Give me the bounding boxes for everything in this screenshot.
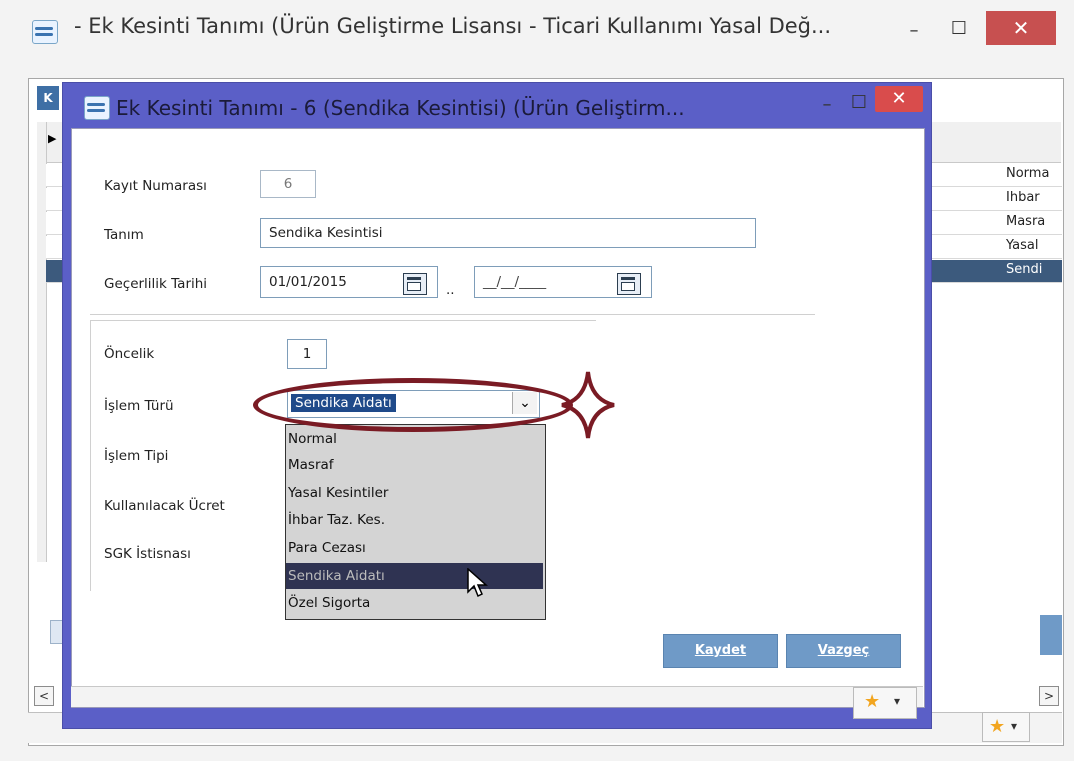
scroll-right-button[interactable]: > bbox=[1039, 686, 1059, 706]
dropdown-option-para-cezasi[interactable]: Para Cezası bbox=[286, 535, 543, 561]
islem-tipi-label: İşlem Tipi bbox=[104, 448, 169, 464]
oncelik-label: Öncelik bbox=[104, 346, 155, 362]
dropdown-arrow-icon: ▾ bbox=[1011, 719, 1018, 733]
cancel-button[interactable]: Vazgeç bbox=[786, 634, 901, 668]
dropdown-option-ozel-sigorta[interactable]: Özel Sigorta bbox=[286, 590, 543, 616]
calendar-icon[interactable] bbox=[403, 273, 427, 295]
outer-favorites-button[interactable]: ★ ▾ bbox=[982, 712, 1030, 742]
outer-close-button[interactable]: ✕ bbox=[986, 11, 1056, 45]
tanim-field[interactable]: Sendika Kesintisi bbox=[260, 218, 756, 248]
tanim-label: Tanım bbox=[104, 227, 144, 243]
outer-window-title: - Ek Kesinti Tanımı (Ürün Geliştirme Lis… bbox=[74, 14, 832, 38]
table-cell: Masra bbox=[1006, 214, 1046, 229]
annotation-ellipse bbox=[253, 378, 573, 432]
dialog-favorites-button[interactable]: ★ ▾ bbox=[853, 687, 917, 719]
grid-row-header bbox=[37, 122, 46, 562]
dialog-title: Ek Kesinti Tanımı - 6 (Sendika Kesintisi… bbox=[116, 96, 685, 120]
row-pointer-icon: ▶ bbox=[48, 132, 57, 145]
gecerlilik-label: Geçerlilik Tarihi bbox=[104, 276, 208, 292]
outer-tab-stub[interactable]: K bbox=[37, 86, 59, 110]
kayit-label: Kayıt Numarası bbox=[104, 178, 207, 194]
date-separator: .. bbox=[446, 282, 455, 298]
islem-turu-label: İşlem Türü bbox=[104, 398, 174, 414]
star-icon: ★ bbox=[864, 691, 881, 712]
table-cell: Yasal bbox=[1006, 238, 1039, 253]
dropdown-option-masraf[interactable]: Masraf bbox=[286, 452, 543, 478]
dropdown-option-ihbar[interactable]: İhbar Taz. Kes. bbox=[286, 507, 543, 533]
mouse-cursor-icon bbox=[467, 568, 488, 598]
app-logo-icon bbox=[30, 18, 58, 44]
kayit-field[interactable]: 6 bbox=[260, 170, 316, 198]
calendar-icon[interactable] bbox=[617, 273, 641, 295]
outer-button-stub[interactable] bbox=[1040, 615, 1062, 655]
outer-maximize-button[interactable]: ☐ bbox=[946, 18, 972, 40]
star-icon: ★ bbox=[989, 716, 1006, 737]
table-cell: İhbar bbox=[1006, 190, 1040, 205]
dropdown-arrow-icon: ▾ bbox=[894, 694, 901, 708]
scroll-left-button[interactable]: < bbox=[34, 686, 54, 706]
sgk-istisnasi-label: SGK İstisnası bbox=[104, 546, 191, 562]
table-cell: Norma bbox=[1006, 166, 1050, 181]
dialog-maximize-button[interactable]: ☐ bbox=[846, 92, 872, 114]
dialog-status-bar bbox=[71, 686, 923, 707]
dropdown-option-yasal-kesintiler[interactable]: Yasal Kesintiler bbox=[286, 480, 543, 506]
dropdown-option-sendika-aidati[interactable]: Sendika Aidatı bbox=[286, 563, 543, 589]
outer-minimize-button[interactable]: – bbox=[901, 20, 927, 42]
annotation-sparkle-icon bbox=[561, 371, 615, 439]
dialog-logo-icon bbox=[82, 94, 110, 120]
table-cell: Sendi bbox=[1006, 262, 1043, 277]
dialog-minimize-button[interactable]: – bbox=[814, 94, 840, 116]
kullanilacak-ucret-label: Kullanılacak Ücret bbox=[104, 498, 225, 514]
save-button[interactable]: Kaydet bbox=[663, 634, 778, 668]
dialog-close-button[interactable]: ✕ bbox=[875, 86, 923, 112]
oncelik-field[interactable]: 1 bbox=[287, 339, 327, 369]
